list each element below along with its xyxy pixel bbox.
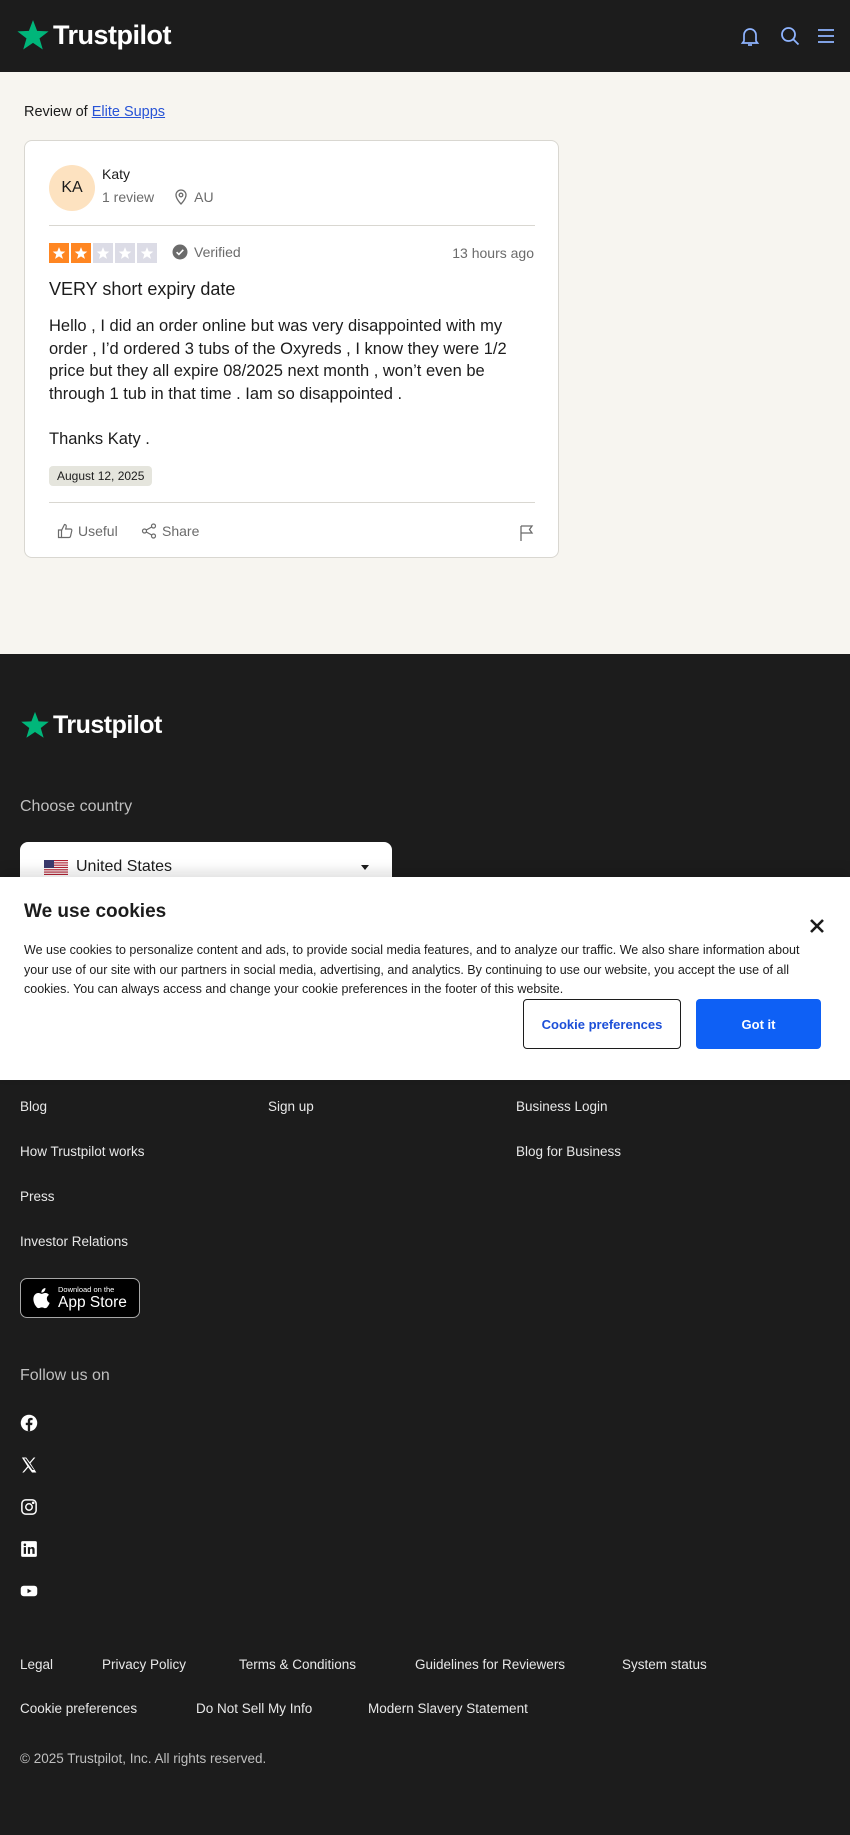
trustpilot-logo[interactable]: Trustpilot <box>16 18 172 52</box>
linkedin-icon[interactable] <box>20 1540 38 1558</box>
reviewer-name[interactable]: Katy <box>102 166 130 182</box>
footer-link[interactable]: How Trustpilot works <box>20 1144 145 1159</box>
footer-logo[interactable]: Trustpilot <box>20 710 162 740</box>
close-icon[interactable] <box>808 917 826 935</box>
legal-link[interactable]: Cookie preferences <box>20 1701 137 1716</box>
cookie-preferences-button[interactable]: Cookie preferences <box>523 999 681 1049</box>
logo-text: Trustpilot <box>53 19 172 50</box>
cookie-text: We use cookies to personalize content an… <box>24 943 800 996</box>
star-rating <box>49 243 157 263</box>
legal-link[interactable]: Terms & Conditions <box>239 1657 356 1672</box>
review-paragraph: Hello , I did an order online but was ve… <box>49 317 507 403</box>
experience-date: August 12, 2025 <box>49 466 153 486</box>
legal-link[interactable]: Do Not Sell My Info <box>196 1701 312 1716</box>
main-content: Review of Elite Supps KA Katy 1 review A… <box>0 72 850 654</box>
review-paragraph: Thanks Katy . <box>49 429 150 448</box>
legal-link[interactable]: Privacy Policy <box>102 1657 186 1672</box>
follow-us-heading: Follow us on <box>20 1367 110 1384</box>
menu-icon[interactable] <box>814 24 838 48</box>
review-card: KA Katy 1 review AU Verified 13 hours ag… <box>24 140 559 558</box>
cookie-banner: We use cookies We use cookies to persona… <box>0 877 850 1080</box>
accept-cookies-button[interactable]: Got it <box>696 999 821 1049</box>
useful-button[interactable]: Useful <box>57 523 118 539</box>
star-empty-icon <box>115 243 135 263</box>
reviewer-country: AU <box>194 189 214 205</box>
breadcrumb: Review of Elite Supps <box>24 104 165 120</box>
footer-link[interactable]: Business Login <box>516 1099 608 1114</box>
legal-link[interactable]: System status <box>622 1657 707 1672</box>
breadcrumb-prefix: Review of <box>24 104 88 120</box>
search-icon[interactable] <box>778 24 802 48</box>
share-label: Share <box>162 523 200 539</box>
check-circle-icon <box>172 244 188 260</box>
share-button[interactable]: Share <box>141 523 199 539</box>
review-time: 13 hours ago <box>452 245 534 261</box>
verified-label: Verified <box>194 244 241 260</box>
legal-link[interactable]: Guidelines for Reviewers <box>415 1657 565 1672</box>
app-store-badge[interactable]: Download on the App Store <box>20 1278 140 1318</box>
flag-icon[interactable] <box>519 524 535 542</box>
logo-text: Trustpilot <box>53 710 162 739</box>
legal-link[interactable]: Legal <box>20 1657 53 1672</box>
country-value: United States <box>76 858 173 875</box>
chevron-down-icon <box>361 865 369 870</box>
copyright: © 2025 Trustpilot, Inc. All rights reser… <box>20 1751 267 1766</box>
company-link[interactable]: Elite Supps <box>92 104 165 120</box>
footer-link[interactable]: Press <box>20 1189 55 1204</box>
appstore-big-text: App Store <box>58 1293 127 1311</box>
us-flag-icon <box>44 859 68 875</box>
useful-label: Useful <box>78 523 118 539</box>
footer-link[interactable]: Blog <box>20 1099 47 1114</box>
share-icon <box>141 523 157 539</box>
star-filled-icon <box>49 243 69 263</box>
site-header: Trustpilot <box>0 0 850 72</box>
trustpilot-star-icon <box>17 20 49 50</box>
star-empty-icon <box>137 243 157 263</box>
divider <box>49 225 535 226</box>
review-count: 1 review <box>102 189 155 205</box>
divider <box>49 502 535 503</box>
reviewer-meta: 1 review AU <box>102 189 214 205</box>
review-title: VERY short expiry date <box>49 279 236 299</box>
footer-link[interactable]: Sign up <box>268 1099 314 1114</box>
bell-icon[interactable] <box>738 24 762 48</box>
x-icon[interactable] <box>20 1456 38 1474</box>
site-footer: Trustpilot Choose country United States … <box>0 654 850 1835</box>
apple-icon <box>33 1288 50 1309</box>
cookie-title: We use cookies <box>24 901 167 922</box>
thumbs-up-icon <box>57 523 73 539</box>
appstore-small-text: Download on the <box>58 1284 115 1294</box>
footer-link[interactable]: Investor Relations <box>20 1234 128 1249</box>
star-empty-icon <box>93 243 113 263</box>
star-filled-icon <box>71 243 91 263</box>
choose-country-heading: Choose country <box>20 798 133 815</box>
avatar[interactable]: KA <box>49 165 95 211</box>
legal-link[interactable]: Modern Slavery Statement <box>368 1701 528 1716</box>
instagram-icon[interactable] <box>20 1498 38 1516</box>
footer-link[interactable]: Blog for Business <box>516 1144 621 1159</box>
review-body: Hello , I did an order online but was ve… <box>49 315 535 450</box>
trustpilot-star-icon <box>21 711 49 738</box>
verified-badge[interactable]: Verified <box>172 244 241 260</box>
youtube-icon[interactable] <box>20 1582 38 1600</box>
facebook-icon[interactable] <box>20 1414 38 1432</box>
location-pin-icon <box>175 189 187 205</box>
